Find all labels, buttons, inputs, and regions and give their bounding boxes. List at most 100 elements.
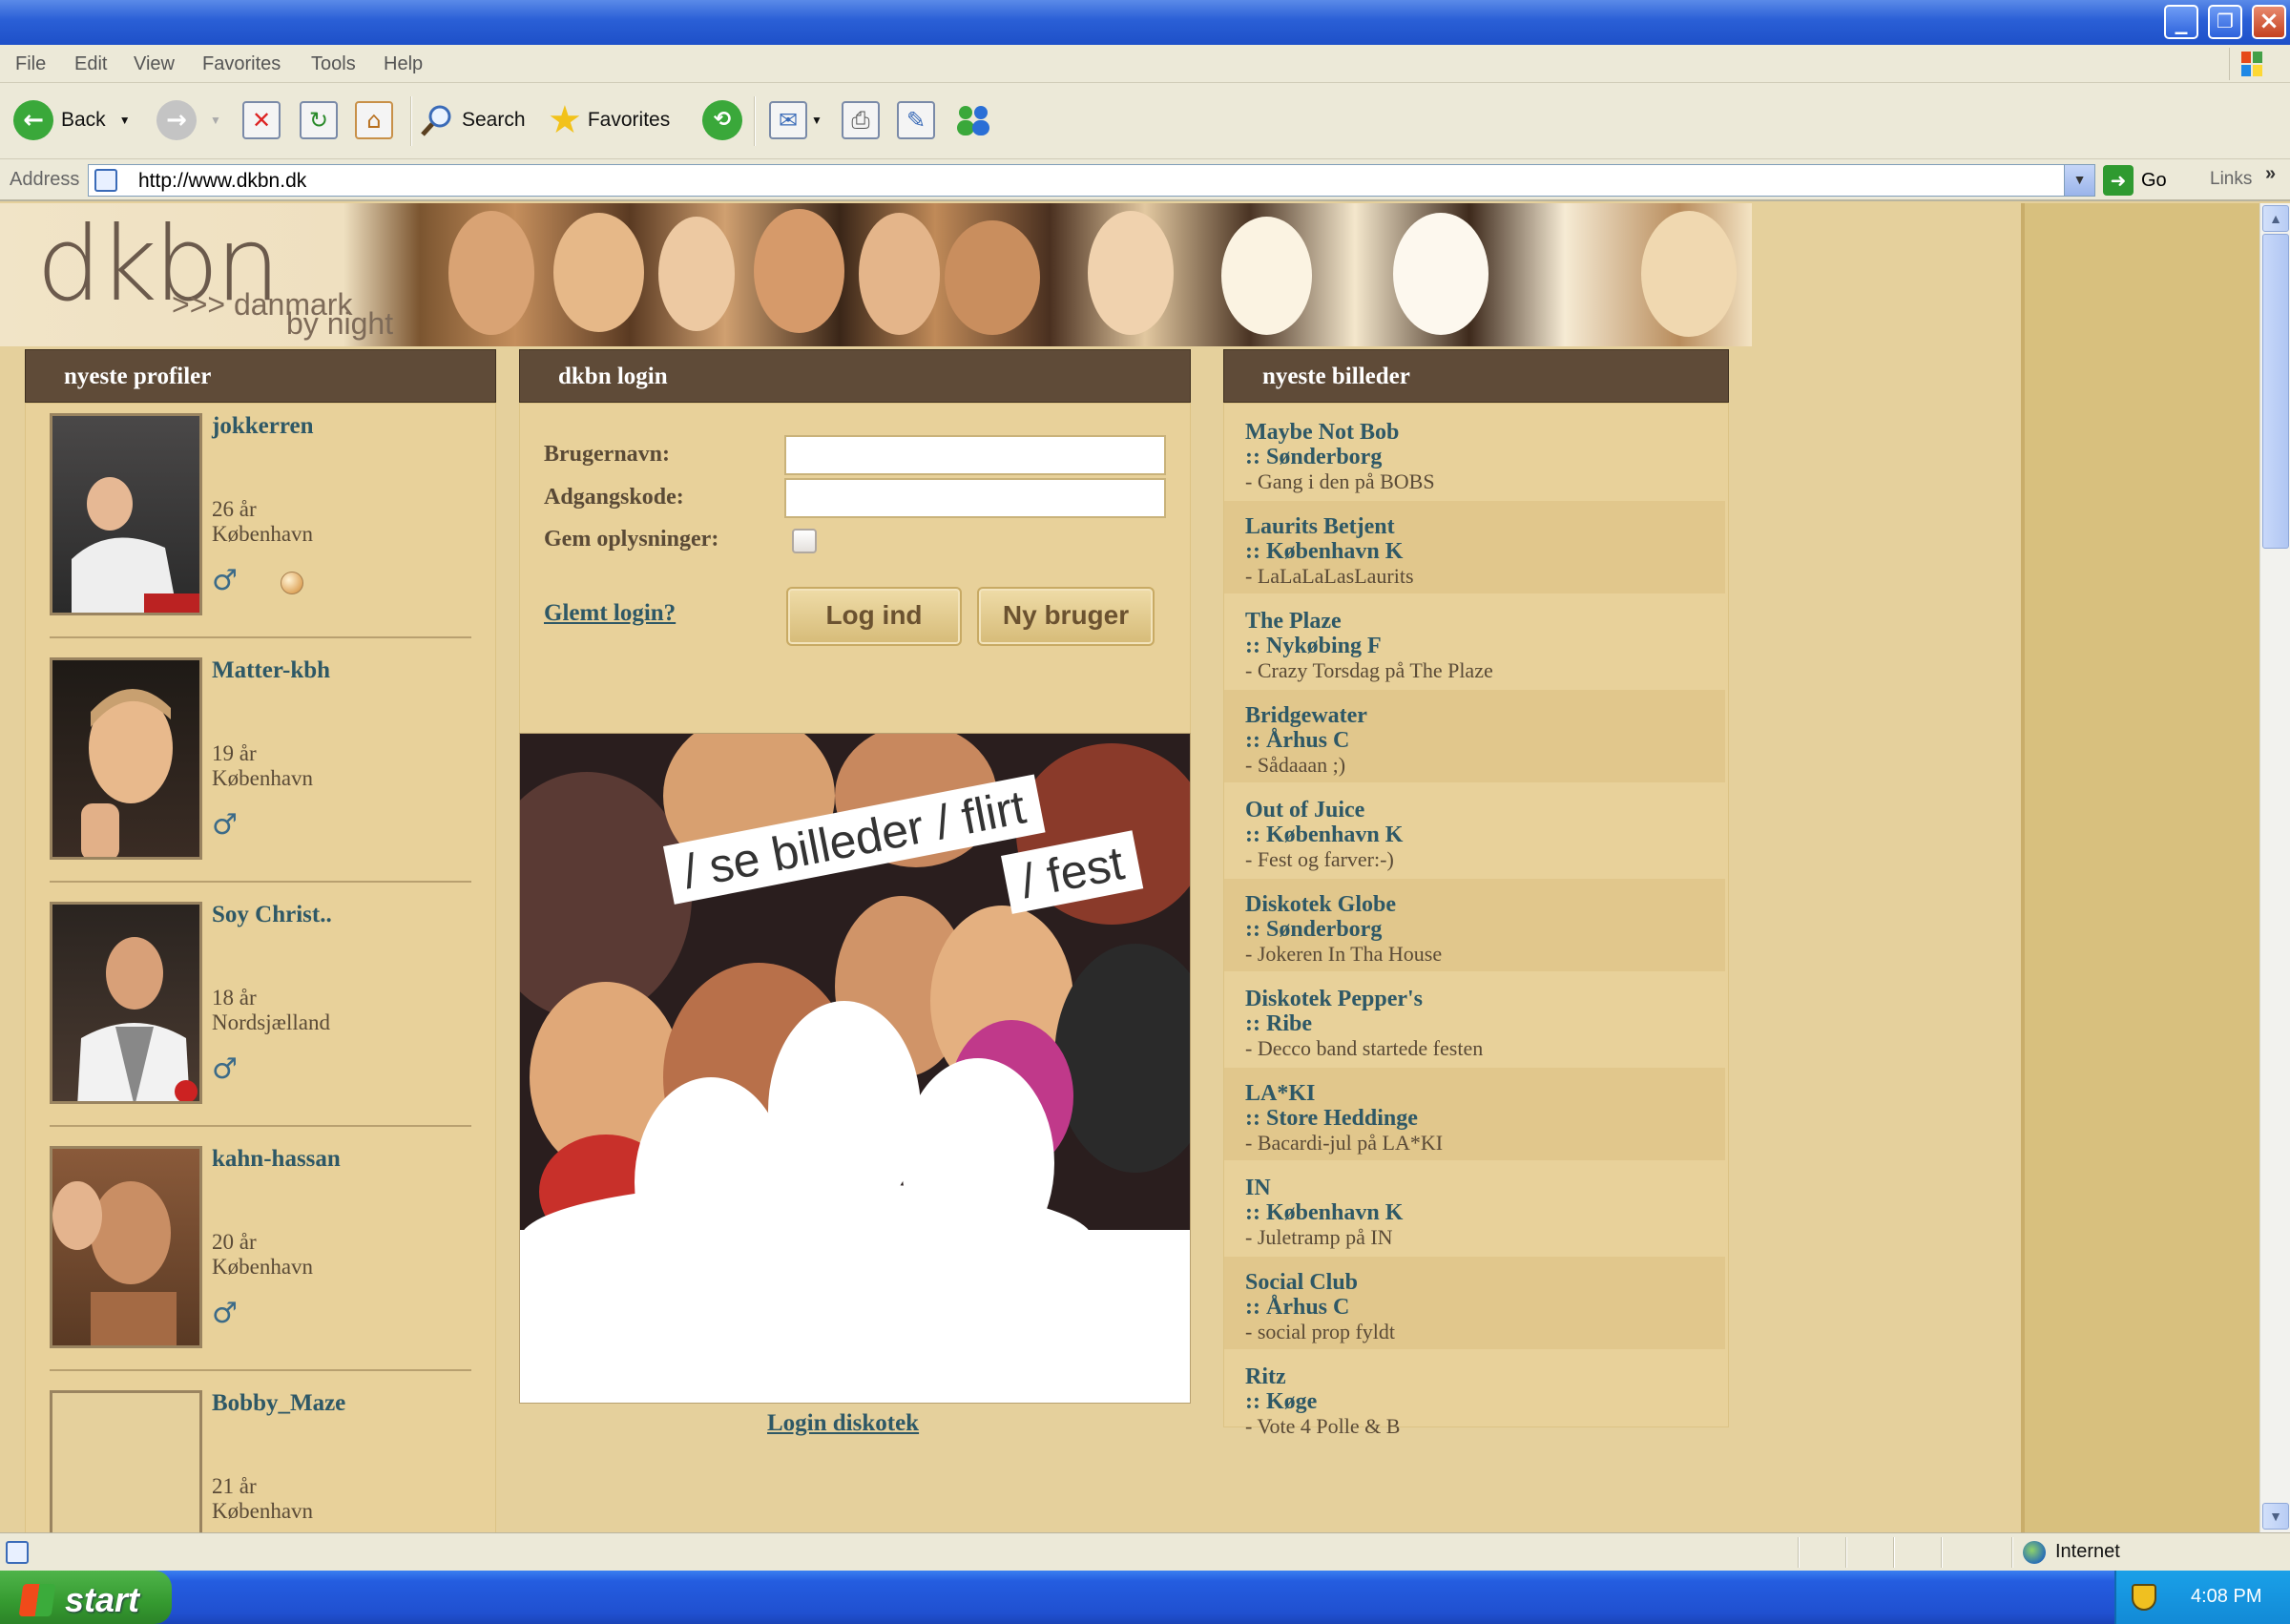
profile-avatar[interactable] <box>50 1146 202 1348</box>
picture-item[interactable]: Diskotek Pepper's:: Ribe - Decco band sta… <box>1224 973 1725 1066</box>
picture-venue[interactable]: Diskotek Globe <box>1245 892 1725 917</box>
profile-avatar[interactable] <box>50 413 202 615</box>
picture-venue[interactable]: IN <box>1245 1176 1725 1200</box>
picture-city[interactable]: :: København K <box>1245 1200 1725 1225</box>
address-url[interactable]: http://www.dkbn.dk <box>138 170 306 193</box>
chevron-down-icon[interactable]: ▼ <box>2064 165 2094 196</box>
chevron-right-icon[interactable]: » <box>2265 163 2276 185</box>
close-button[interactable]: × <box>2252 5 2286 39</box>
mail-button[interactable]: ✉ ▼ <box>769 98 822 142</box>
promo-photo[interactable]: / se billeder / flirt / fest <box>519 733 1191 1404</box>
picture-city[interactable]: :: Sønderborg <box>1245 917 1725 942</box>
picture-item[interactable]: Diskotek Globe:: Sønderborg - Jokeren In … <box>1224 879 1725 971</box>
menu-file[interactable]: File <box>15 53 46 75</box>
menu-help[interactable]: Help <box>384 53 423 75</box>
edit-button[interactable]: ✎ <box>897 98 935 142</box>
links-button[interactable]: Links <box>2210 169 2252 190</box>
picture-city[interactable]: :: Store Heddinge <box>1245 1106 1725 1131</box>
picture-venue[interactable]: Bridgewater <box>1245 703 1725 728</box>
picture-city[interactable]: :: Århus C <box>1245 1295 1725 1320</box>
profile-card[interactable]: jokkerren 26 år København ♂ <box>25 413 471 657</box>
profile-name[interactable]: Soy Christ.. <box>212 902 332 928</box>
profiles-header: nyeste profiler <box>25 349 496 403</box>
remember-checkbox[interactable] <box>792 529 817 553</box>
picture-item[interactable]: LA*KI:: Store Heddinge - Bacardi-jul på L… <box>1224 1068 1725 1160</box>
picture-item[interactable]: Social Club:: Århus C- social prop fyldt <box>1224 1257 1725 1349</box>
picture-item[interactable]: The Plaze:: Nykøbing F- Crazy Torsdag på… <box>1224 595 1725 688</box>
login-button[interactable]: Log ind <box>786 587 962 646</box>
page-status-icon <box>6 1541 29 1564</box>
picture-venue[interactable]: Maybe Not Bob <box>1245 420 1725 445</box>
start-button[interactable]: start <box>0 1571 172 1624</box>
profile-name[interactable]: Bobby_Maze <box>212 1390 345 1417</box>
picture-venue[interactable]: Out of Juice <box>1245 798 1725 822</box>
picture-city[interactable]: :: København K <box>1245 822 1725 847</box>
chevron-down-icon[interactable]: ▼ <box>210 114 221 127</box>
picture-city[interactable]: :: Køge <box>1245 1389 1725 1414</box>
refresh-button[interactable]: ↻ <box>300 98 338 142</box>
password-input[interactable] <box>784 478 1166 518</box>
favorites-button[interactable]: ★ Favorites <box>548 98 670 142</box>
menu-favorites[interactable]: Favorites <box>202 53 281 75</box>
picture-item[interactable]: Out of Juice:: København K- Fest og farv… <box>1224 784 1725 877</box>
vertical-scrollbar[interactable]: ▲ ▼ <box>2259 203 2290 1532</box>
picture-city[interactable]: :: Sønderborg <box>1245 445 1725 469</box>
profile-name[interactable]: kahn-hassan <box>212 1146 341 1173</box>
scrollbar-thumb[interactable] <box>2262 234 2289 549</box>
forward-button[interactable]: → ▼ <box>156 98 221 142</box>
go-button[interactable]: ➜ Go <box>2103 164 2167 197</box>
picture-venue[interactable]: Ritz <box>1245 1364 1725 1389</box>
picture-venue[interactable]: Laurits Betjent <box>1245 514 1725 539</box>
picture-venue[interactable]: Diskotek Pepper's <box>1245 987 1725 1011</box>
menu-edit[interactable]: Edit <box>74 53 107 75</box>
scroll-up-arrow-icon[interactable]: ▲ <box>2262 205 2289 232</box>
scroll-down-arrow-icon[interactable]: ▼ <box>2262 1503 2289 1530</box>
clock[interactable]: 4:08 PM <box>2191 1586 2261 1608</box>
picture-city[interactable]: :: Ribe <box>1245 1011 1725 1036</box>
stop-icon: ✕ <box>242 101 281 139</box>
profile-name[interactable]: Matter-kbh <box>212 657 330 684</box>
stop-button[interactable]: ✕ <box>242 98 281 142</box>
profile-city: København <box>212 1499 314 1523</box>
forgot-login-link[interactable]: Glemt login? <box>544 600 676 627</box>
picture-city[interactable]: :: København K <box>1245 539 1725 564</box>
restore-button[interactable]: ❐ <box>2208 5 2242 39</box>
picture-item[interactable]: Maybe Not Bob:: Sønderborg - Gang i den p… <box>1224 406 1725 499</box>
profile-name[interactable]: jokkerren <box>212 413 313 440</box>
profile-avatar[interactable] <box>50 902 202 1104</box>
picture-venue[interactable]: LA*KI <box>1245 1081 1725 1106</box>
profile-age: 19 år <box>212 741 257 765</box>
profile-avatar[interactable] <box>50 1390 202 1532</box>
profile-avatar[interactable] <box>50 657 202 860</box>
picture-item[interactable]: Laurits Betjent:: København K- LaLaLaLas… <box>1224 501 1725 593</box>
login-disco-link[interactable]: Login diskotek <box>767 1410 919 1437</box>
picture-city[interactable]: :: Nykøbing F <box>1245 634 1725 658</box>
new-user-button[interactable]: Ny bruger <box>977 587 1155 646</box>
search-button[interactable]: Search <box>420 98 526 142</box>
profile-card[interactable]: Bobby_Maze 21 år København <box>25 1390 471 1532</box>
picture-item[interactable]: Ritz:: Køge - Vote 4 Polle & B <box>1224 1351 1725 1444</box>
profile-card[interactable]: Matter-kbh 19 år København ♂ <box>25 657 471 902</box>
address-input[interactable]: http://www.dkbn.dk ▼ <box>88 164 2095 197</box>
chevron-down-icon[interactable]: ▼ <box>811 114 822 127</box>
menu-tools[interactable]: Tools <box>311 53 356 75</box>
picture-city[interactable]: :: Århus C <box>1245 728 1725 753</box>
profile-card[interactable]: Soy Christ.. 18 år Nordsjælland ♂ <box>25 902 471 1146</box>
username-input[interactable] <box>784 435 1166 475</box>
home-button[interactable]: ⌂ <box>355 98 393 142</box>
menu-view[interactable]: View <box>134 53 175 75</box>
username-label: Brugernavn: <box>544 442 670 467</box>
chevron-down-icon[interactable]: ▼ <box>119 114 131 127</box>
messenger-button[interactable] <box>952 98 994 142</box>
security-shield-icon[interactable] <box>2132 1584 2156 1611</box>
picture-venue[interactable]: The Plaze <box>1245 609 1725 634</box>
minimize-button[interactable]: _ <box>2164 5 2198 39</box>
history-button[interactable]: ⟲ <box>702 98 750 142</box>
back-button[interactable]: ← Back ▼ <box>13 98 131 142</box>
print-button[interactable]: ⎙ <box>842 98 880 142</box>
picture-item[interactable]: IN:: København K- Juletramp på IN <box>1224 1162 1725 1255</box>
picture-item[interactable]: Bridgewater:: Århus C- Sådaaan ;) <box>1224 690 1725 782</box>
windows-logo-icon <box>2229 48 2271 80</box>
picture-venue[interactable]: Social Club <box>1245 1270 1725 1295</box>
profile-card[interactable]: kahn-hassan 20 år København ♂ <box>25 1146 471 1390</box>
